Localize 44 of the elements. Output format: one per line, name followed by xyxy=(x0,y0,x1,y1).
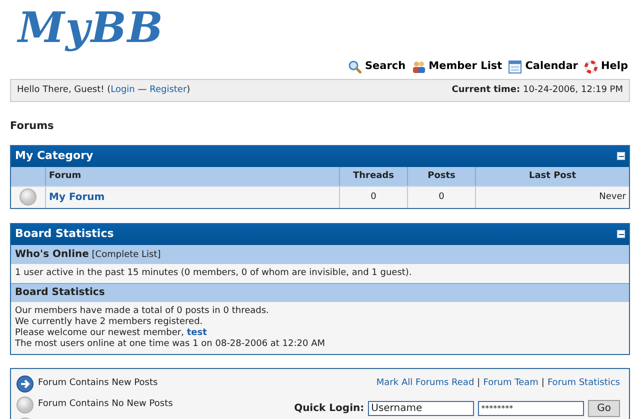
footer-link[interactable]: Forum Statistics xyxy=(547,376,620,390)
member-link[interactable]: test xyxy=(186,328,207,338)
statistics-line: Our members have made a total of 0 posts in 0 threads. xyxy=(15,306,270,317)
footer-link[interactable]: Forum Team xyxy=(483,376,538,390)
people-icon xyxy=(412,60,426,74)
statistics-title: Board Statistics xyxy=(15,226,114,242)
login-link[interactable]: Login xyxy=(110,84,135,95)
legend-label: Forum Contains No New Posts xyxy=(38,398,173,411)
section-heading: Who's Online [Complete List] xyxy=(15,248,161,262)
category-title[interactable]: My Category xyxy=(15,148,94,164)
table-cell: 0 xyxy=(339,186,407,208)
nav-link[interactable]: Calendar xyxy=(508,59,578,75)
footer-link[interactable]: Mark All Forums Read xyxy=(376,376,474,390)
welcome-text: Hello There, Guest! (Login — Register) xyxy=(17,84,190,97)
table-cell: 0 xyxy=(407,186,475,208)
collapse-icon[interactable] xyxy=(617,230,625,238)
username-field[interactable]: Username xyxy=(368,401,474,416)
quick-login-label: Quick Login: xyxy=(294,402,364,416)
register-link[interactable]: Register xyxy=(150,84,187,95)
no-new-posts-icon xyxy=(16,396,34,414)
collapse-icon[interactable] xyxy=(617,152,625,160)
statistics-line: Please welcome our newest member, test xyxy=(15,328,208,339)
nav-link[interactable]: Help xyxy=(584,59,628,75)
calendar-icon xyxy=(508,60,522,74)
complete-list-link[interactable]: [Complete List] xyxy=(92,250,161,260)
current-time: Current time: 10-24-2006, 12:19 PM xyxy=(452,84,623,97)
nav-link[interactable]: Search xyxy=(348,59,406,75)
table-cell: Never xyxy=(475,186,629,208)
nav-link[interactable]: Member List xyxy=(412,59,502,75)
link-separator: | xyxy=(541,376,544,390)
password-field[interactable]: ******** xyxy=(478,401,584,416)
forum-link[interactable]: My Forum xyxy=(45,186,339,208)
statistics-line: The most users online at one time was 1 on 08-28-2006 at 12:20 AM xyxy=(15,338,326,350)
go-button[interactable]: Go xyxy=(588,400,620,418)
arrow-circle-icon xyxy=(16,374,34,393)
logo[interactable]: MyBB xyxy=(18,3,164,52)
statistics-line: We currently have 2 members registered. xyxy=(15,316,204,328)
section-heading: Board Statistics xyxy=(15,286,105,300)
lifebuoy-icon xyxy=(584,60,598,74)
page-title: Forums xyxy=(10,119,55,134)
link-separator: | xyxy=(477,376,480,390)
legend-label: Forum Contains New Posts xyxy=(38,377,158,390)
online-text: 1 user active in the past 15 minutes (0 members, 0 of whom are invisible, and 1 guest). xyxy=(15,266,412,280)
search-icon xyxy=(348,60,362,74)
